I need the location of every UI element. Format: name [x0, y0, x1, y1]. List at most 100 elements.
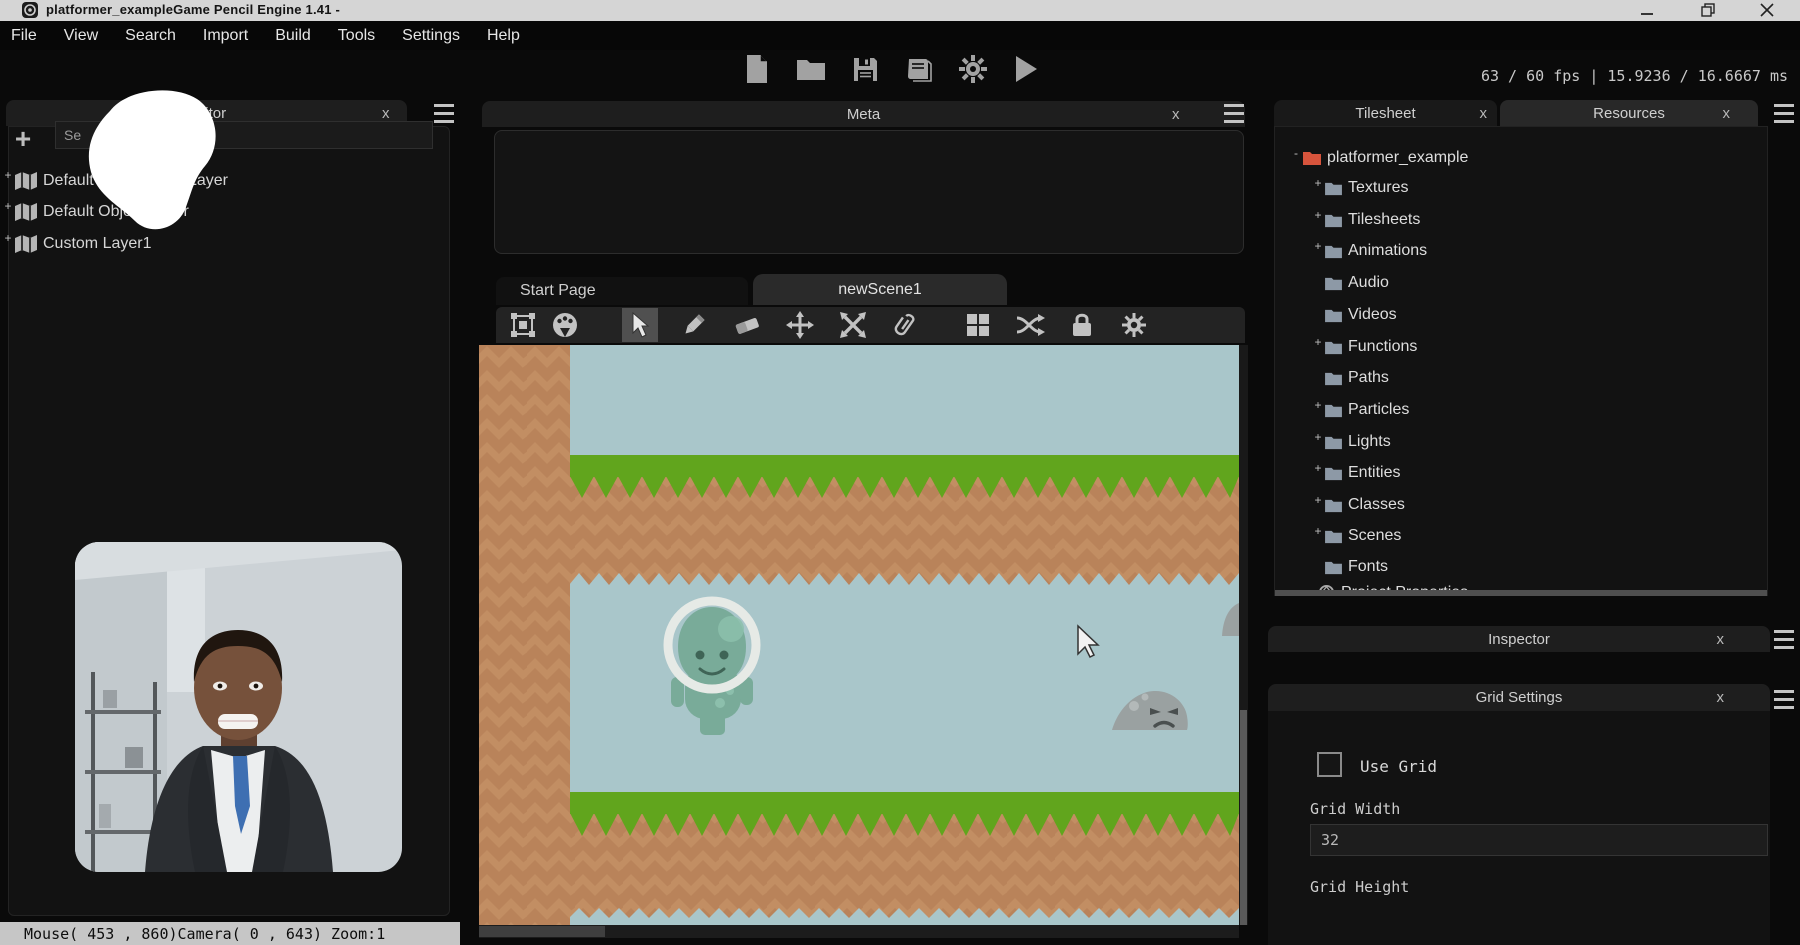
expand-icon[interactable]: + — [2, 199, 14, 213]
close-button[interactable] — [1760, 3, 1774, 17]
tab-resources-label: Resources — [1593, 105, 1665, 122]
use-grid-checkbox[interactable] — [1317, 752, 1342, 777]
folder-icon — [1324, 181, 1343, 196]
expand-icon[interactable]: + — [1312, 335, 1324, 349]
tab-resources-close-icon[interactable]: x — [1723, 106, 1731, 121]
scale-tool-icon[interactable] — [838, 310, 868, 340]
tree-label: Classes — [1348, 496, 1405, 514]
tree-label: Audio — [1348, 274, 1389, 292]
dirt-band-top — [479, 476, 1239, 573]
meta-panel-content — [494, 130, 1244, 254]
scrollbar-handle[interactable] — [1240, 710, 1247, 925]
collapse-icon[interactable]: - — [1290, 146, 1302, 160]
tree-row-project-root[interactable]: - platformer_example — [1290, 146, 1468, 170]
folder-icon — [1324, 435, 1343, 450]
tab-tilesheet-close-icon[interactable]: x — [1480, 106, 1488, 121]
restore-button[interactable] — [1701, 3, 1715, 17]
menu-view[interactable]: View — [64, 27, 98, 45]
tree-row[interactable]: + Functions — [1312, 335, 1417, 359]
tree-row[interactable]: + Particles — [1312, 398, 1409, 422]
tree-row[interactable]: + Lights — [1312, 430, 1391, 454]
tree-row[interactable]: + Scenes — [1312, 524, 1401, 548]
documentation-icon[interactable] — [905, 56, 932, 82]
tree-label: Fonts — [1348, 558, 1388, 576]
inspector-close-icon[interactable]: x — [1717, 632, 1725, 647]
run-game-icon[interactable] — [1014, 55, 1038, 83]
grid-width-input[interactable]: 32 — [1310, 824, 1768, 856]
tree-row[interactable]: + Animations — [1312, 239, 1427, 263]
inspector-panel-title: Inspector — [1488, 631, 1550, 648]
expand-icon[interactable]: + — [1312, 176, 1324, 190]
menu-search[interactable]: Search — [125, 27, 176, 45]
pencil-tool-icon[interactable] — [679, 310, 709, 340]
inspector-menu-icon[interactable] — [1774, 630, 1794, 649]
open-folder-icon[interactable] — [796, 57, 826, 81]
editor-panel-menu-icon[interactable] — [434, 104, 454, 123]
select-tool-icon[interactable] — [622, 308, 658, 342]
expand-icon[interactable]: + — [1312, 493, 1324, 507]
scene-settings-gear-icon[interactable] — [1119, 310, 1149, 340]
status-bar: Mouse( 453 , 860)Camera( 0 , 643) Zoom:1 — [0, 922, 460, 945]
new-file-icon[interactable] — [745, 54, 769, 84]
tab-tilesheet[interactable]: Tilesheet x — [1274, 100, 1497, 126]
grid-settings-menu-icon[interactable] — [1774, 690, 1794, 709]
expand-icon[interactable]: + — [1312, 524, 1324, 538]
settings-gear-icon[interactable] — [959, 55, 987, 83]
move-tool-icon[interactable] — [785, 310, 815, 340]
eraser-tool-icon[interactable] — [732, 310, 762, 340]
map-layer-icon — [14, 202, 38, 222]
tree-label: Lights — [1348, 433, 1391, 451]
menu-tools[interactable]: Tools — [338, 27, 375, 45]
palette-tool-icon[interactable] — [550, 310, 580, 340]
folder-icon — [1324, 371, 1343, 386]
tree-row[interactable]: + Entities — [1312, 461, 1400, 485]
attach-tool-icon[interactable] — [890, 310, 920, 340]
add-layer-button[interactable]: + — [10, 127, 36, 153]
tree-row[interactable]: Fonts — [1312, 555, 1388, 579]
tab-newscene1[interactable]: newScene1 — [753, 274, 1007, 305]
expand-icon[interactable]: + — [2, 168, 14, 182]
folder-icon — [1324, 244, 1343, 259]
menu-import[interactable]: Import — [203, 27, 248, 45]
resources-panel-menu-icon[interactable] — [1774, 104, 1794, 123]
tree-row[interactable]: + Tilesheets — [1312, 208, 1420, 232]
scene-canvas[interactable] — [479, 345, 1239, 925]
expand-icon[interactable]: + — [1312, 461, 1324, 475]
tab-start-page[interactable]: Start Page — [496, 277, 748, 305]
white-censor-blob — [78, 84, 226, 236]
lock-tool-icon[interactable] — [1067, 310, 1097, 340]
tree-row[interactable]: Videos — [1312, 303, 1397, 327]
minimize-button[interactable] — [1640, 5, 1654, 17]
expand-icon[interactable]: + — [1312, 398, 1324, 412]
menu-build[interactable]: Build — [275, 27, 311, 45]
menu-help[interactable]: Help — [487, 27, 520, 45]
save-icon[interactable] — [853, 57, 878, 82]
grid-settings-close-icon[interactable]: x — [1717, 690, 1725, 705]
editor-panel-close-icon[interactable]: x — [382, 106, 390, 121]
expand-icon[interactable]: + — [1312, 239, 1324, 253]
expand-icon[interactable]: + — [2, 231, 14, 245]
tree-row[interactable]: + Classes — [1312, 493, 1405, 517]
tree-row[interactable]: Audio — [1312, 271, 1389, 295]
scene-horizontal-scrollbar[interactable] — [479, 925, 1239, 938]
menu-settings[interactable]: Settings — [402, 27, 460, 45]
scrollbar-handle[interactable] — [479, 926, 605, 937]
tree-row[interactable]: Paths — [1312, 366, 1389, 390]
meta-panel-menu-icon[interactable] — [1224, 104, 1244, 123]
tab-resources[interactable]: Resources x — [1500, 100, 1758, 126]
shuffle-tool-icon[interactable] — [1015, 310, 1045, 340]
meta-panel-header[interactable]: Meta x — [482, 101, 1245, 127]
meta-panel-close-icon[interactable]: x — [1172, 107, 1180, 122]
artboard-tool-icon[interactable] — [508, 310, 538, 340]
folder-icon — [1324, 529, 1343, 544]
grid-settings-header[interactable]: Grid Settings x — [1268, 684, 1770, 711]
resources-bottom-scrollbar[interactable] — [1275, 590, 1767, 596]
inspector-panel-header[interactable]: Inspector x — [1268, 626, 1770, 652]
tree-row[interactable]: + Textures — [1312, 176, 1408, 200]
expand-icon[interactable]: + — [1312, 208, 1324, 222]
menu-file[interactable]: File — [11, 27, 37, 45]
grid-height-label: Grid Height — [1310, 878, 1409, 896]
scene-vertical-scrollbar[interactable] — [1239, 345, 1248, 925]
tiles-tool-icon[interactable] — [963, 310, 993, 340]
expand-icon[interactable]: + — [1312, 430, 1324, 444]
